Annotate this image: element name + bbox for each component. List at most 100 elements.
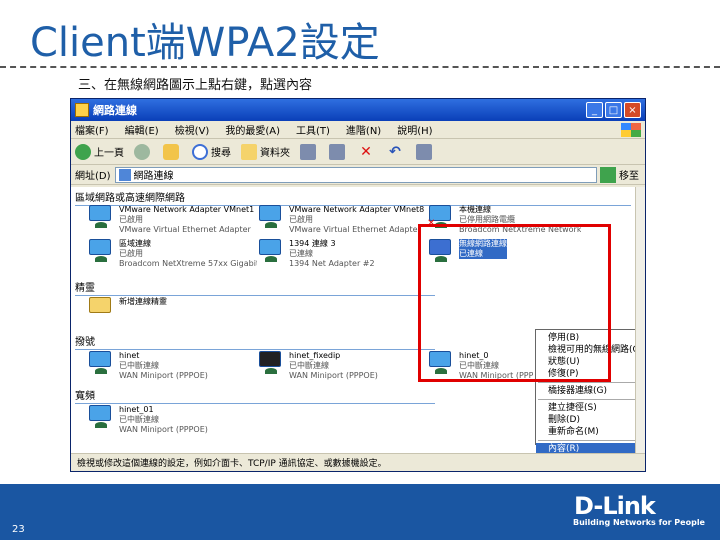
connection-name: hinet <box>119 351 140 360</box>
delete-icon: ✕ <box>360 143 372 160</box>
connection-vmnet1[interactable]: VMware Network Adapter VMnet1 已啟用 VMware… <box>87 205 257 235</box>
connection-name: VMware Network Adapter VMnet1 <box>119 205 255 214</box>
views-icon <box>416 143 432 160</box>
folders-button[interactable]: 資料夾 <box>241 143 290 160</box>
minimize-button[interactable]: _ <box>586 102 603 118</box>
group-header-dialup: 撥號 <box>75 333 435 350</box>
slide-title: Client端WPA2設定 <box>30 20 380 66</box>
close-button[interactable]: × <box>624 102 641 118</box>
menu-tools[interactable]: 工具(T) <box>296 122 330 137</box>
address-label: 網址(D) <box>75 171 111 182</box>
connection-local-area[interactable]: 區域連線 已啟用 Broadcom NetXtreme 57xx Gigabit <box>87 239 257 269</box>
connection-hinet-fixedip[interactable]: hinet_fixedip 已中斷連線 WAN Miniport (PPPOE) <box>257 351 427 381</box>
folder-icon <box>75 103 89 117</box>
connection-status: 已啟用 <box>119 249 143 258</box>
connection-status: 已啟用 <box>289 215 313 224</box>
menu-favorites[interactable]: 我的最愛(A) <box>225 122 280 137</box>
connection-device: WAN Miniport (PPPOE) <box>119 371 208 380</box>
ctx-separator <box>538 399 645 400</box>
maximize-button[interactable]: □ <box>605 102 622 118</box>
menu-view[interactable]: 檢視(V) <box>175 122 210 137</box>
connection-name: hinet_fixedip <box>289 351 341 360</box>
vertical-scrollbar[interactable] <box>635 187 645 455</box>
new-connection-wizard[interactable]: 新增連線精靈 <box>87 297 257 323</box>
connection-status: 已啟用 <box>119 215 143 224</box>
status-bar: 檢視或修改這個連線的設定，例如介面卡、TCP/IP 通訊協定、或數據機設定。 <box>71 453 645 471</box>
up-folder-icon <box>163 143 179 160</box>
connection-status: 已中斷連線 <box>119 361 159 370</box>
undo-button[interactable]: ↶ <box>387 144 406 160</box>
ctx-bridge[interactable]: 橋接器連線(G) <box>536 385 645 397</box>
copy-button[interactable] <box>329 143 348 160</box>
dlink-logo: D-Link <box>574 492 656 520</box>
network-connection-icon <box>257 205 285 231</box>
highlight-box <box>418 224 611 382</box>
move-button[interactable] <box>300 143 319 160</box>
address-value: 網路連線 <box>133 171 174 182</box>
ctx-shortcut[interactable]: 建立捷徑(S) <box>536 402 645 414</box>
network-connection-icon <box>87 239 115 265</box>
dialup-connection-icon <box>87 351 115 377</box>
slide: Client端WPA2設定 三、在無線網路圖示上點右鍵，點選內容 網路連線 _ … <box>0 0 720 540</box>
connection-name: 新增連線精靈 <box>119 297 167 306</box>
connection-device: WAN Miniport (PPPOE) <box>119 425 208 434</box>
connection-status: 已中斷連線 <box>289 361 329 370</box>
group-header-lan: 區域網路或高速網際網路 <box>75 189 631 206</box>
up-button[interactable] <box>163 143 182 160</box>
delete-button[interactable]: ✕ <box>358 144 377 160</box>
address-bar: 網址(D) 網路連線 移至 <box>71 165 645 185</box>
connection-name: 1394 連線 3 <box>289 239 336 248</box>
connection-vmnet8[interactable]: VMware Network Adapter VMnet8 已啟用 VMware… <box>257 205 427 235</box>
title-divider <box>0 66 720 68</box>
connection-hinet-01[interactable]: hinet_01 已中斷連線 WAN Miniport (PPPOE) <box>87 405 257 435</box>
network-folder-icon <box>118 168 131 181</box>
menu-advanced[interactable]: 進階(N) <box>346 122 381 137</box>
ctx-separator <box>538 382 645 383</box>
menu-help[interactable]: 說明(H) <box>397 122 432 137</box>
address-input[interactable]: 網路連線 <box>114 166 597 183</box>
back-button[interactable]: 上一頁 <box>75 143 124 160</box>
connection-name: 區域連線 <box>119 239 151 248</box>
broadband-connection-icon <box>87 405 115 431</box>
toolbar: 上一頁 搜尋 資料夾 ✕ ↶ <box>71 139 645 165</box>
connection-device: Broadcom NetXtreme 57xx Gigabit <box>119 259 257 268</box>
back-label: 上一頁 <box>94 148 124 159</box>
menu-bar: 檔案(F) 編輯(E) 檢視(V) 我的最愛(A) 工具(T) 進階(N) 說明… <box>71 121 645 139</box>
group-header-broadband: 寬頻 <box>75 387 435 404</box>
connection-name: 本機連線 <box>459 205 491 214</box>
forward-button[interactable] <box>134 143 153 160</box>
go-arrow-icon[interactable] <box>600 166 616 183</box>
search-label: 搜尋 <box>211 148 231 159</box>
network-connection-icon <box>87 205 115 231</box>
connection-device: VMware Virtual Ethernet Adapter <box>119 225 251 234</box>
step-instruction: 三、在無線網路圖示上點右鍵，點選內容 <box>78 78 313 93</box>
menu-edit[interactable]: 編輯(E) <box>125 122 159 137</box>
folders-label: 資料夾 <box>260 148 290 159</box>
window-title: 網路連線 <box>93 104 137 117</box>
connection-hinet[interactable]: hinet 已中斷連線 WAN Miniport (PPPOE) <box>87 351 257 381</box>
menu-file[interactable]: 檔案(F) <box>75 122 109 137</box>
connection-name: hinet_01 <box>119 405 154 414</box>
back-arrow-icon <box>75 143 91 160</box>
go-label[interactable]: 移至 <box>619 167 639 182</box>
ctx-rename[interactable]: 重新命名(M) <box>536 426 645 438</box>
network-connection-icon <box>257 239 285 265</box>
views-button[interactable] <box>416 143 435 160</box>
page-number: 23 <box>12 524 25 535</box>
ctx-delete[interactable]: 刪除(D) <box>536 414 645 426</box>
forward-arrow-icon <box>134 143 150 160</box>
folders-icon <box>241 143 257 160</box>
connection-name: VMware Network Adapter VMnet8 <box>289 205 425 214</box>
dlink-tagline: Building Networks for People <box>573 518 705 527</box>
wizard-icon <box>87 297 115 323</box>
ctx-separator <box>538 440 645 441</box>
window-titlebar[interactable]: 網路連線 _ □ × <box>71 99 645 121</box>
move-to-icon <box>300 143 316 160</box>
search-icon <box>192 143 208 160</box>
search-button[interactable]: 搜尋 <box>192 143 231 160</box>
connection-status: 已中斷連線 <box>119 415 159 424</box>
connection-device: VMware Virtual Ethernet Adapter <box>289 225 421 234</box>
copy-to-icon <box>329 143 345 160</box>
connection-1394[interactable]: 1394 連線 3 已連線 1394 Net Adapter #2 <box>257 239 427 269</box>
windows-logo-icon <box>621 122 641 137</box>
